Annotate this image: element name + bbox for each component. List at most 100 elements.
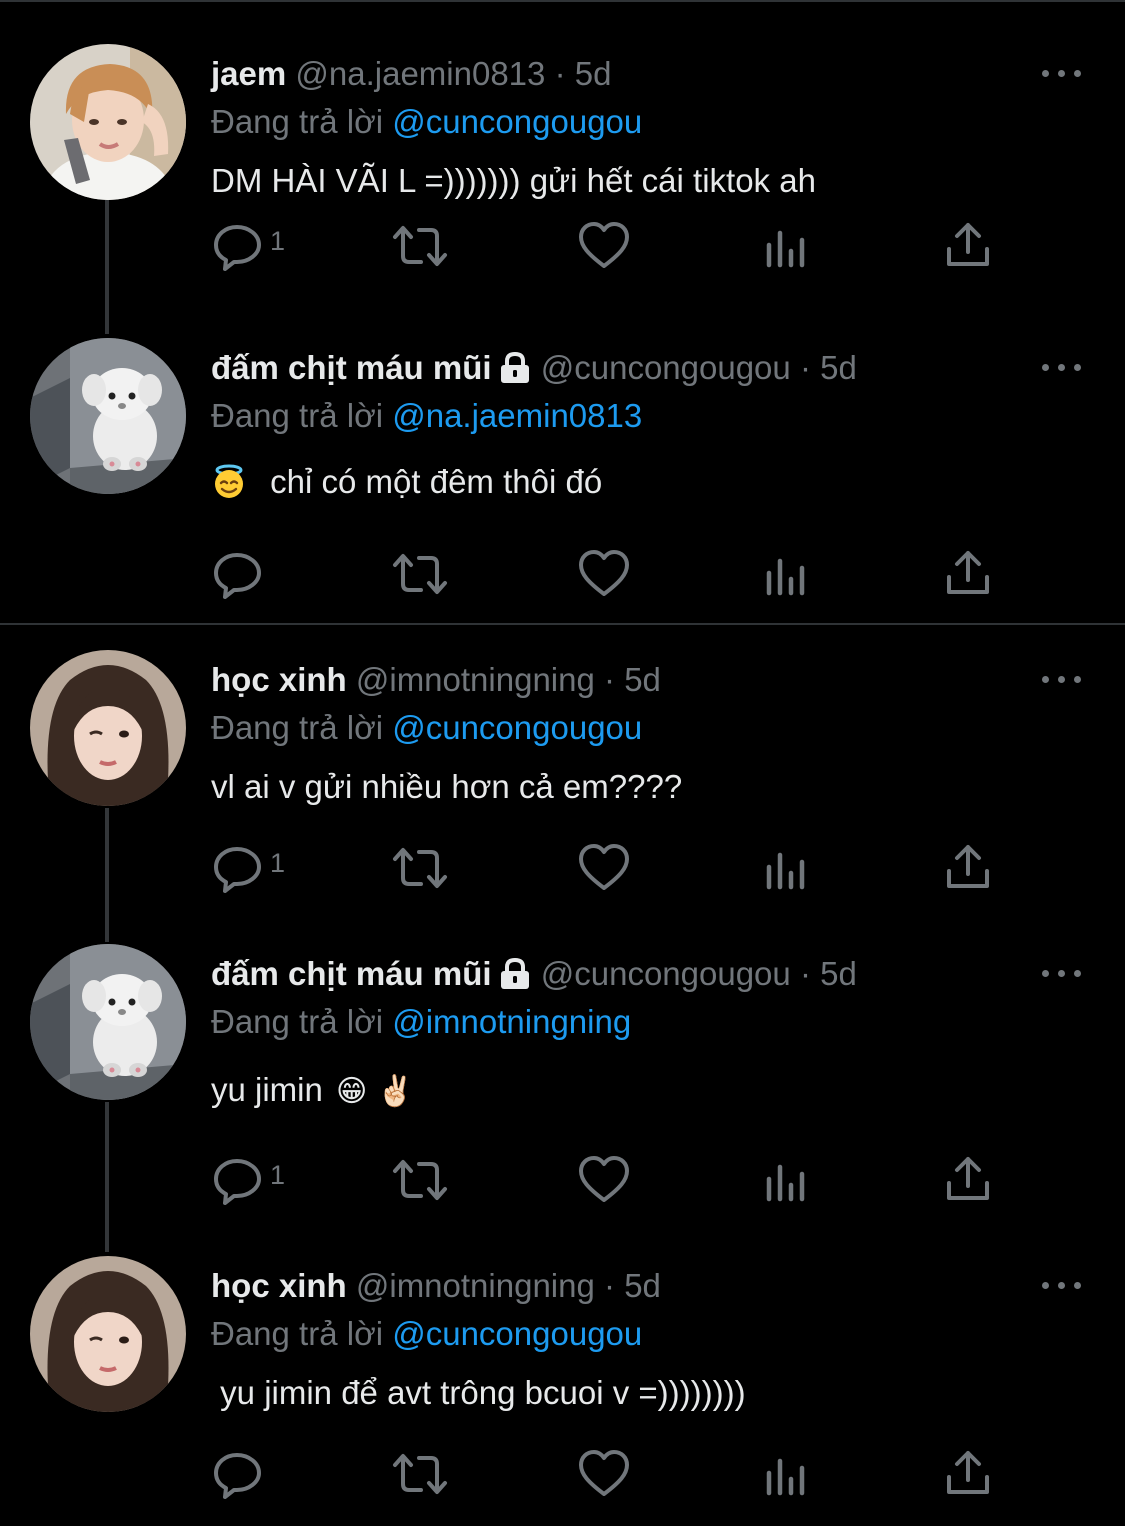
tweet-text-content: yu jimin	[211, 1071, 323, 1108]
reply-button[interactable]: 1	[212, 1152, 302, 1208]
user-handle[interactable]: @imnotningning	[356, 1267, 595, 1304]
like-button[interactable]	[578, 1446, 630, 1502]
tweet[interactable]: học xinh @imnotningning · 5d Đang trả lờ…	[0, 650, 1125, 898]
display-name[interactable]: jaem	[211, 55, 286, 92]
more-icon[interactable]	[1038, 58, 1086, 88]
share-button[interactable]	[944, 1152, 992, 1208]
share-button[interactable]	[944, 218, 992, 274]
separator: ·	[799, 349, 811, 386]
display-name[interactable]: học xinh	[211, 661, 347, 698]
user-handle[interactable]: @na.jaemin0813	[295, 55, 545, 92]
tweet-text-content: DM HÀI VÃI L =))))))) gửi hết cái tiktok…	[211, 162, 816, 199]
replying-to: Đang trả lời @na.jaemin0813	[211, 394, 642, 438]
tweet-header: đấm chịt máu mũi @cuncongougou · 5d	[211, 952, 857, 996]
views-button[interactable]	[764, 1152, 808, 1208]
top-divider	[0, 0, 1125, 2]
replying-to-label: Đang trả lời	[211, 709, 384, 746]
tweet[interactable]: học xinh @imnotningning · 5d Đang trả lờ…	[0, 1256, 1125, 1504]
separator: ·	[604, 1267, 616, 1304]
avatar[interactable]	[30, 44, 186, 200]
reply-button[interactable]: 1	[212, 218, 302, 274]
reply-button[interactable]	[212, 1446, 302, 1502]
mention-link[interactable]: @cuncongougou	[392, 103, 642, 140]
timestamp[interactable]: 5d	[575, 55, 612, 92]
tweet-header: học xinh @imnotningning · 5d	[211, 1264, 661, 1308]
reply-count: 1	[270, 848, 286, 878]
share-button[interactable]	[944, 840, 992, 896]
tweet-text: yu jimin 😁 ✌🏻	[211, 1068, 414, 1114]
more-icon[interactable]	[1038, 664, 1086, 694]
tweet-actions: 1	[0, 1152, 1125, 1208]
user-handle[interactable]: @cuncongougou	[541, 349, 791, 386]
tweet-header: đấm chịt máu mũi @cuncongougou · 5d	[211, 346, 857, 390]
tweet-emoji: 😁 ✌🏻	[336, 1074, 415, 1109]
avatar[interactable]	[30, 944, 186, 1100]
replying-to: Đang trả lời @imnotningning	[211, 1000, 631, 1044]
retweet-button[interactable]	[391, 546, 451, 602]
more-icon[interactable]	[1038, 958, 1086, 988]
like-button[interactable]	[578, 1152, 630, 1208]
replying-to-label: Đang trả lời	[211, 397, 384, 434]
retweet-button[interactable]	[391, 1152, 451, 1208]
tweet-text: chỉ có một đêm thôi đó	[211, 460, 602, 510]
retweet-button[interactable]	[391, 840, 451, 896]
tweet-text: yu jimin để avt trông bcuoi v =))))))))	[211, 1371, 746, 1415]
retweet-button[interactable]	[391, 218, 451, 274]
tweet[interactable]: jaem @na.jaemin0813 · 5d Đang trả lời @c…	[0, 44, 1125, 292]
timestamp[interactable]: 5d	[820, 955, 857, 992]
mention-link[interactable]: @imnotningning	[392, 1003, 631, 1040]
avatar[interactable]	[30, 1256, 186, 1412]
tweet-text: vl ai v gửi nhiều hơn cả em????	[211, 765, 682, 809]
reply-count: 1	[270, 1160, 286, 1190]
like-button[interactable]	[578, 218, 630, 274]
views-button[interactable]	[764, 1446, 808, 1502]
tweet-actions	[0, 546, 1125, 602]
user-handle[interactable]: @cuncongougou	[541, 955, 791, 992]
timestamp[interactable]: 5d	[624, 1267, 661, 1304]
replying-to-label: Đang trả lời	[211, 1003, 384, 1040]
replying-to-label: Đang trả lời	[211, 1315, 384, 1352]
tweet-text: DM HÀI VÃI L =))))))) gửi hết cái tiktok…	[211, 159, 816, 203]
user-handle[interactable]: @imnotningning	[356, 661, 595, 698]
tweet-header: jaem @na.jaemin0813 · 5d	[211, 52, 611, 96]
views-button[interactable]	[764, 218, 808, 274]
conversation-divider	[0, 623, 1125, 625]
avatar[interactable]	[30, 650, 186, 806]
timestamp[interactable]: 5d	[820, 349, 857, 386]
replying-to: Đang trả lời @cuncongougou	[211, 1312, 642, 1356]
tweet-text-content: yu jimin để avt trông bcuoi v =))))))))	[211, 1374, 746, 1411]
separator: ·	[604, 661, 616, 698]
tweet-header: học xinh @imnotningning · 5d	[211, 658, 661, 702]
mention-link[interactable]: @cuncongougou	[392, 1315, 642, 1352]
like-button[interactable]	[578, 840, 630, 896]
display-name[interactable]: đấm chịt máu mũi	[211, 349, 492, 386]
more-icon[interactable]	[1038, 352, 1086, 382]
retweet-button[interactable]	[391, 1446, 451, 1502]
display-name[interactable]: đấm chịt máu mũi	[211, 955, 492, 992]
share-button[interactable]	[944, 546, 992, 602]
views-button[interactable]	[764, 546, 808, 602]
replying-to-label: Đang trả lời	[211, 103, 384, 140]
reply-button[interactable]	[212, 546, 302, 602]
tweet-actions: 1	[0, 218, 1125, 274]
more-icon[interactable]	[1038, 1270, 1086, 1300]
separator: ·	[799, 955, 811, 992]
replying-to: Đang trả lời @cuncongougou	[211, 706, 642, 750]
tweet-text-content: vl ai v gửi nhiều hơn cả em????	[211, 768, 683, 805]
mention-link[interactable]: @na.jaemin0813	[392, 397, 642, 434]
display-name[interactable]: học xinh	[211, 1267, 347, 1304]
views-button[interactable]	[764, 840, 808, 896]
timestamp[interactable]: 5d	[624, 661, 661, 698]
lock-icon	[498, 956, 532, 1000]
share-button[interactable]	[944, 1446, 992, 1502]
reply-count: 1	[270, 226, 286, 256]
replying-to: Đang trả lời @cuncongougou	[211, 100, 642, 144]
avatar[interactable]	[30, 338, 186, 494]
tweet[interactable]: đấm chịt máu mũi @cuncongougou · 5d Đang…	[0, 944, 1125, 1205]
tweet[interactable]: đấm chịt máu mũi @cuncongougou · 5d Đang…	[0, 338, 1125, 606]
reply-button[interactable]: 1	[212, 840, 302, 896]
like-button[interactable]	[578, 546, 630, 602]
halo-emoji	[211, 463, 247, 510]
mention-link[interactable]: @cuncongougou	[392, 709, 642, 746]
separator: ·	[554, 55, 566, 92]
